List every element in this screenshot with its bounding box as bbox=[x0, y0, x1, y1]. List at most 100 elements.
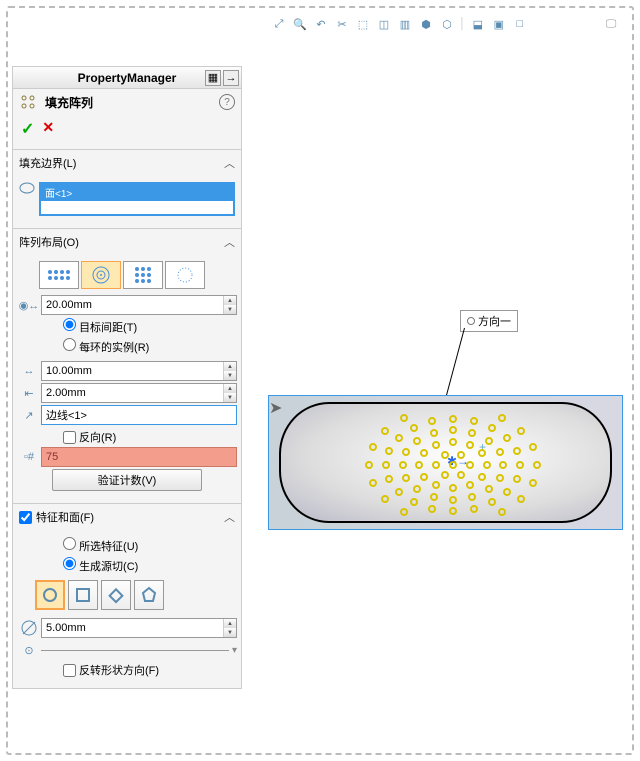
layout-circular-button[interactable] bbox=[81, 261, 121, 289]
diameter-field[interactable]: ▲▼ bbox=[41, 618, 237, 638]
shape-polygon-button[interactable] bbox=[134, 580, 164, 610]
pattern-instance bbox=[529, 479, 537, 487]
pattern-instance bbox=[485, 437, 493, 445]
pattern-instance bbox=[420, 473, 428, 481]
hide-show-icon[interactable]: ▥ bbox=[396, 15, 414, 33]
count-icon: ▫# bbox=[19, 449, 39, 465]
pattern-instance bbox=[385, 447, 393, 455]
features-faces-checkbox[interactable] bbox=[19, 511, 32, 524]
pattern-instance bbox=[533, 461, 541, 469]
reverse-checkbox[interactable] bbox=[63, 431, 76, 444]
view-toolbar: ⤢ 🔍 ↶ ✂ ⬚ ◫ ▥ ⬢ ⬡ │ ⬓ ▣ □ 🖵 bbox=[270, 12, 620, 36]
pattern-instance bbox=[449, 438, 457, 446]
section-icon[interactable]: ✂ bbox=[333, 15, 351, 33]
pattern-instance bbox=[517, 495, 525, 503]
shape-diamond-button[interactable] bbox=[101, 580, 131, 610]
pattern-instance bbox=[369, 479, 377, 487]
cancel-button[interactable]: ✕ bbox=[42, 119, 54, 139]
section-title: 特征和面(F) bbox=[36, 509, 224, 525]
section-features-faces: 特征和面(F)︿ 所选特征(U) 生成源切(C) ▲▼ ⊙ ▾ 反转形状 bbox=[13, 503, 241, 688]
pattern-instance bbox=[449, 415, 457, 423]
margin-field[interactable]: ▲▼ bbox=[41, 383, 237, 403]
pattern-instance bbox=[466, 441, 474, 449]
pattern-instance bbox=[441, 451, 449, 459]
monitor-icon[interactable]: 🖵 bbox=[602, 15, 620, 33]
pattern-instance bbox=[381, 495, 389, 503]
direction-arrow-icon: ➤ bbox=[269, 398, 282, 418]
margin-icon: ⇤ bbox=[19, 385, 39, 401]
radio-create-seed-cut[interactable]: 生成源切(C) bbox=[63, 557, 237, 574]
pattern-instance bbox=[498, 508, 506, 516]
pattern-instance bbox=[449, 484, 457, 492]
direction-selection-box[interactable]: 边线<1> bbox=[41, 405, 237, 425]
boundary-icon bbox=[17, 180, 37, 196]
pattern-instance bbox=[395, 434, 403, 442]
zoom-fit-icon[interactable]: ⤢ bbox=[270, 15, 288, 33]
pattern-instance bbox=[470, 417, 478, 425]
layout-square-button[interactable] bbox=[123, 261, 163, 289]
diameter-icon bbox=[19, 620, 39, 636]
chevron-up-icon: ︿ bbox=[224, 155, 235, 171]
zoom-prev-icon[interactable]: ↶ bbox=[312, 15, 330, 33]
property-manager-panel: PropertyManager ▦ → 填充阵列 ? ✓ ✕ 填充边界(L)︿ … bbox=[12, 66, 242, 689]
verify-count-button[interactable]: 验证计数(V) bbox=[52, 469, 202, 491]
shape-circle-button[interactable] bbox=[35, 580, 65, 610]
view-settings-icon[interactable]: ⬓ bbox=[469, 15, 487, 33]
pattern-instance bbox=[400, 508, 408, 516]
pattern-instance bbox=[441, 471, 449, 479]
pattern-instance bbox=[399, 461, 407, 469]
pattern-instance bbox=[413, 437, 421, 445]
pattern-instance bbox=[496, 474, 504, 482]
instance-spacing-icon: ↔ bbox=[19, 363, 39, 379]
boundary-item: 面<1> bbox=[41, 184, 233, 201]
ok-button[interactable]: ✓ bbox=[21, 119, 34, 139]
view-orient-icon[interactable]: ⬚ bbox=[354, 15, 372, 33]
loop-spacing-icon: ◉↔ bbox=[19, 297, 39, 313]
pattern-instance bbox=[410, 498, 418, 506]
shape-square-button[interactable] bbox=[68, 580, 98, 610]
zoom-area-icon[interactable]: 🔍 bbox=[291, 15, 309, 33]
display-style-icon[interactable]: ◫ bbox=[375, 15, 393, 33]
scene-icon[interactable]: ⬢ bbox=[417, 15, 435, 33]
help-icon[interactable]: ? bbox=[219, 94, 235, 110]
layout-perforation-button[interactable] bbox=[39, 261, 79, 289]
pattern-instance bbox=[466, 481, 474, 489]
pattern-instance bbox=[410, 424, 418, 432]
boundary-selection-box[interactable]: 面<1> bbox=[39, 182, 235, 216]
radio-instances-per-loop[interactable]: 每环的实例(R) bbox=[63, 338, 237, 355]
loop-spacing-field[interactable]: ▲▼ bbox=[41, 295, 237, 315]
section-title: 填充边界(L) bbox=[19, 155, 224, 171]
pattern-instance bbox=[483, 461, 491, 469]
graphics-viewport[interactable]: ➤ ✱→ + bbox=[268, 395, 623, 530]
chevron-up-icon: ︿ bbox=[224, 509, 235, 525]
chevron-up-icon: ︿ bbox=[224, 234, 235, 250]
direction-callout: 方向一 bbox=[460, 310, 518, 332]
instance-spacing-field[interactable]: ▲▼ bbox=[41, 361, 237, 381]
fill-pattern-icon bbox=[19, 93, 39, 111]
section-fill-boundary: 填充边界(L)︿ 面<1> bbox=[13, 149, 241, 226]
fill-boundary-face bbox=[279, 402, 612, 523]
direction-icon: ↗ bbox=[19, 407, 39, 423]
vertex-icon: ⊙ bbox=[19, 642, 39, 658]
pm-header: PropertyManager ▦ → bbox=[13, 67, 241, 89]
section-pattern-layout: 阵列布局(O)︿ ◉↔ ▲▼ 目标间距(T) 每环的实例(R) ↔ ▲▼ ⇤ bbox=[13, 228, 241, 501]
pm-pin-icon[interactable]: ▦ bbox=[205, 70, 221, 86]
radio-selected-features[interactable]: 所选特征(U) bbox=[63, 537, 237, 554]
appearance-icon[interactable]: ⬡ bbox=[438, 15, 456, 33]
pattern-instance bbox=[395, 488, 403, 496]
instance-count-field: 75 bbox=[41, 447, 237, 467]
layout-polygon-button[interactable] bbox=[165, 261, 205, 289]
flip-shape-checkbox[interactable] bbox=[63, 664, 76, 677]
pattern-instance bbox=[449, 496, 457, 504]
viewport-icon[interactable]: □ bbox=[511, 15, 529, 33]
pm-push-icon[interactable]: → bbox=[223, 70, 239, 86]
radio-target-spacing[interactable]: 目标间距(T) bbox=[63, 318, 237, 335]
pattern-instance bbox=[470, 505, 478, 513]
spin-down[interactable]: ▼ bbox=[224, 305, 236, 314]
pattern-instance bbox=[449, 461, 457, 469]
pattern-instance bbox=[430, 429, 438, 437]
pattern-instance bbox=[365, 461, 373, 469]
feature-title: 填充阵列 bbox=[45, 94, 213, 111]
cube-icon[interactable]: ▣ bbox=[490, 15, 508, 33]
spin-up[interactable]: ▲ bbox=[224, 296, 236, 305]
